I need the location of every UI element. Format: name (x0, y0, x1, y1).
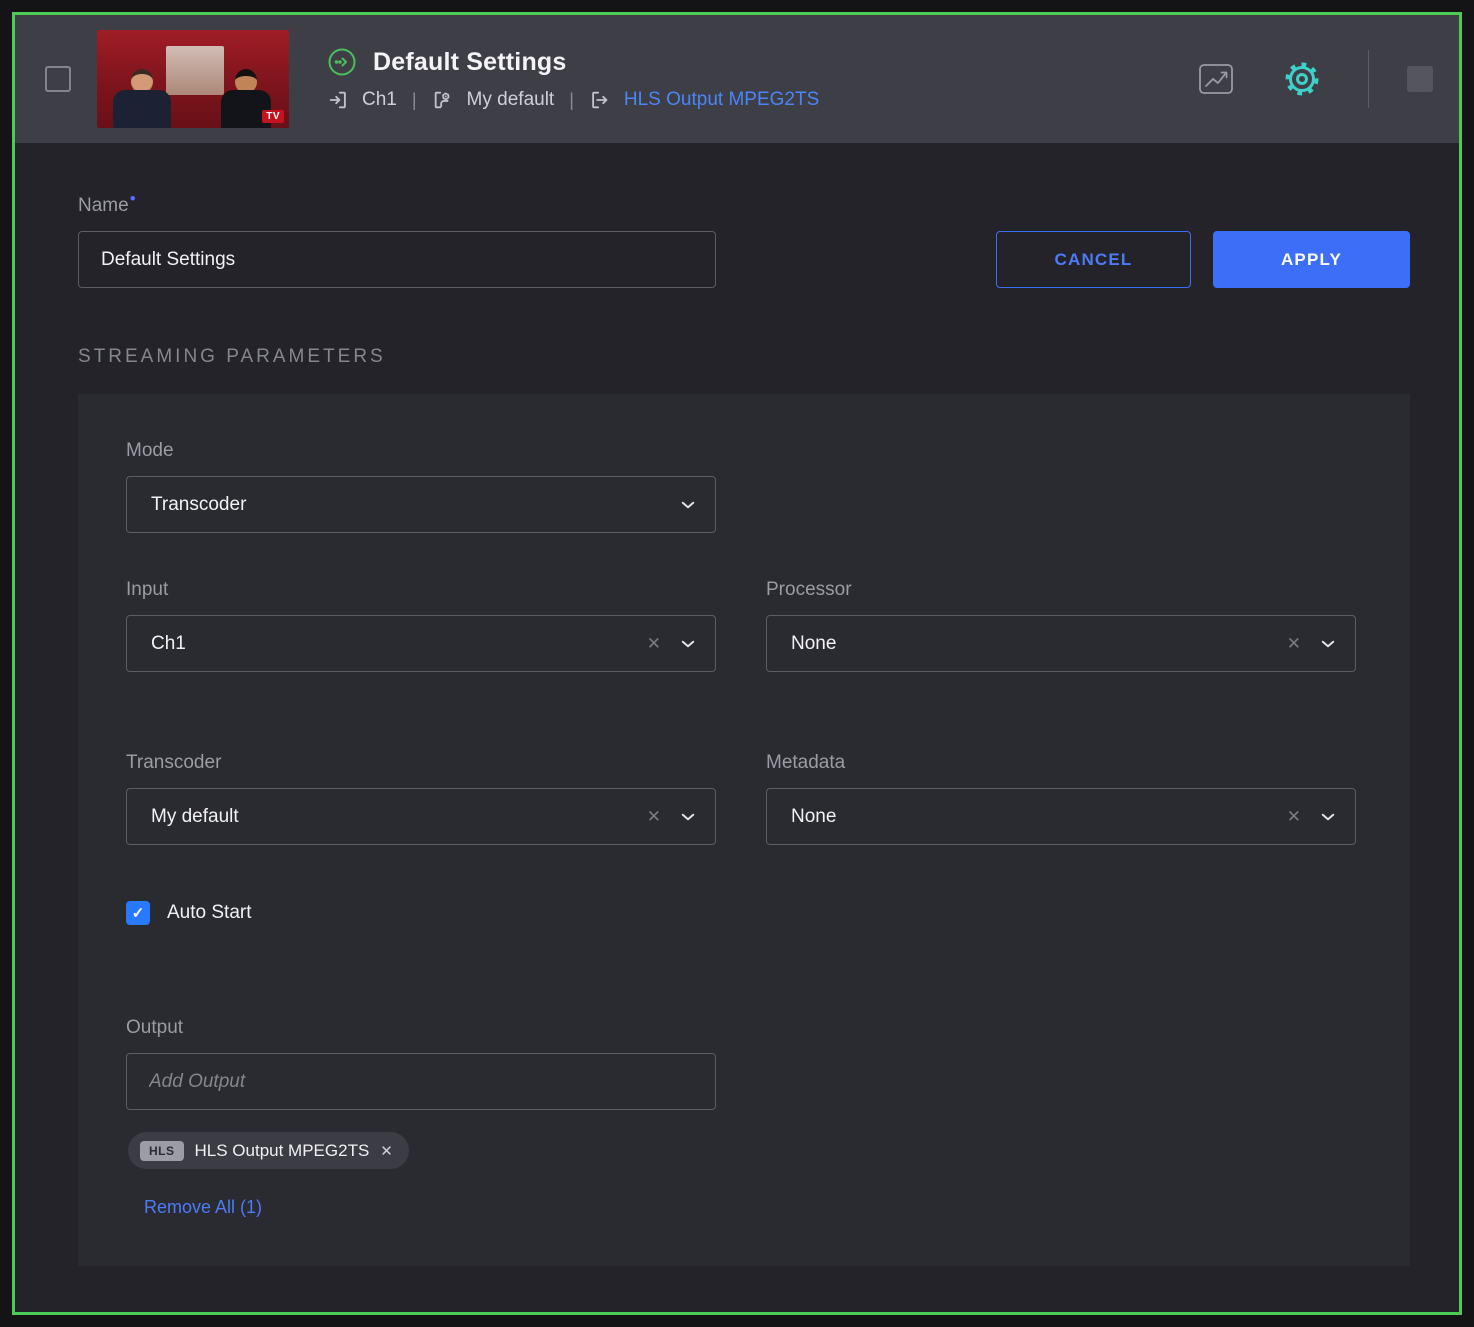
input-icon (327, 89, 349, 111)
settings-gear-icon[interactable] (1282, 59, 1322, 99)
processor-label: Processor (766, 579, 1356, 601)
mode-field: Mode Transcoder (126, 440, 716, 533)
clear-icon[interactable]: ✕ (647, 634, 661, 654)
output-icon (589, 89, 611, 111)
tag-close-icon[interactable]: ✕ (380, 1142, 393, 1160)
stream-status-icon (327, 47, 357, 77)
chevron-down-icon (679, 496, 697, 514)
output-label: Output (126, 1017, 1355, 1039)
transcoder-icon (432, 89, 454, 111)
breadcrumb-input: Ch1 (362, 89, 397, 111)
processor-field: Processor None ✕ (766, 579, 1356, 672)
chevron-down-icon (1319, 635, 1337, 653)
chevron-down-icon (1319, 808, 1337, 826)
transcoder-label: Transcoder (126, 752, 716, 774)
output-tag-label: HLS Output MPEG2TS (195, 1141, 370, 1161)
metadata-label: Metadata (766, 752, 1356, 774)
processor-select[interactable]: None ✕ (766, 615, 1356, 672)
header-actions (1198, 50, 1433, 108)
cancel-button[interactable]: CANCEL (996, 231, 1191, 288)
breadcrumb-separator: | (412, 90, 417, 111)
name-label: Name• (78, 195, 716, 217)
transcoder-field: Transcoder My default ✕ (126, 752, 716, 845)
input-select[interactable]: Ch1 ✕ (126, 615, 716, 672)
required-mark: • (130, 189, 136, 208)
section-title: STREAMING PARAMETERS (78, 346, 1410, 368)
remove-all-link[interactable]: Remove All (1) (144, 1197, 262, 1218)
output-link[interactable]: HLS Output MPEG2TS (624, 89, 819, 111)
mode-label: Mode (126, 440, 716, 462)
output-field: Output (126, 1017, 1355, 1110)
metadata-field: Metadata None ✕ (766, 752, 1356, 845)
video-thumbnail[interactable]: TV (97, 30, 289, 128)
mode-select[interactable]: Transcoder (126, 476, 716, 533)
thumbnail-screen (166, 46, 224, 95)
breadcrumb-transcoder: My default (467, 89, 555, 111)
apply-button[interactable]: APPLY (1213, 231, 1410, 288)
action-buttons: CANCEL APPLY (996, 231, 1410, 288)
input-label: Input (126, 579, 716, 601)
streaming-parameters-panel: Mode Transcoder Input Ch1 ✕ (78, 394, 1410, 1266)
tv-logo: TV (262, 110, 284, 123)
header-bar: TV Default Settings (15, 15, 1459, 143)
input-field: Input Ch1 ✕ (126, 579, 716, 672)
transcoder-select[interactable]: My default ✕ (126, 788, 716, 845)
name-input[interactable] (78, 231, 716, 288)
metadata-select[interactable]: None ✕ (766, 788, 1356, 845)
breadcrumb: Ch1 | My default | (327, 89, 819, 111)
panel-toggle-button[interactable] (1407, 66, 1433, 92)
output-tag[interactable]: HLS HLS Output MPEG2TS ✕ (128, 1132, 409, 1169)
clear-icon[interactable]: ✕ (647, 807, 661, 827)
select-checkbox[interactable] (45, 66, 71, 92)
hls-badge: HLS (140, 1141, 184, 1161)
settings-dialog: TV Default Settings (12, 12, 1462, 1315)
breadcrumb-separator: | (569, 90, 574, 111)
name-row: Name• CANCEL APPLY (78, 195, 1410, 288)
page-title: Default Settings (373, 48, 567, 77)
stats-chart-icon[interactable] (1198, 62, 1234, 96)
thumbnail-anchor-left (113, 69, 171, 128)
clear-icon[interactable]: ✕ (1287, 634, 1301, 654)
header-main: Default Settings Ch1 | (327, 47, 819, 111)
auto-start-label: Auto Start (167, 902, 252, 924)
header-divider (1368, 50, 1369, 108)
dialog-body: Name• CANCEL APPLY STREAMING PARAMETERS … (15, 143, 1459, 1312)
add-output-input[interactable] (126, 1053, 716, 1110)
auto-start-row: ✓ Auto Start (126, 901, 1355, 925)
chevron-down-icon (679, 808, 697, 826)
chevron-down-icon (679, 635, 697, 653)
auto-start-checkbox[interactable]: ✓ (126, 901, 150, 925)
clear-icon[interactable]: ✕ (1287, 807, 1301, 827)
